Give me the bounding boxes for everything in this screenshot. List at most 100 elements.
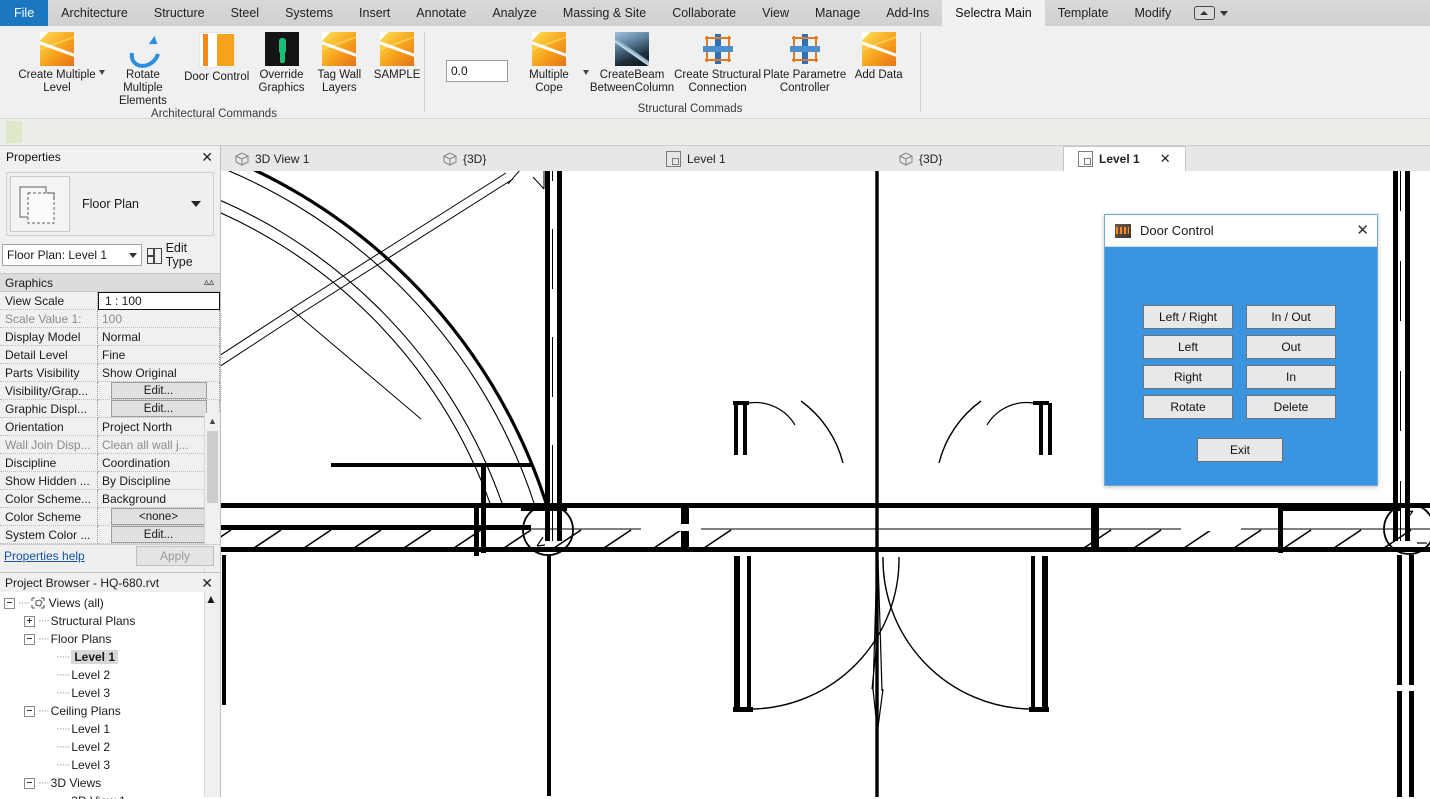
ribbon-button-door-control[interactable]: Door Control — [181, 32, 253, 84]
ribbon-button-add-data[interactable]: Add Data — [847, 32, 910, 82]
property-value[interactable]: Show Original — [98, 364, 220, 382]
project-browser-scrollbar[interactable]: ▲ — [204, 592, 220, 797]
door-control-button-rotate[interactable]: Rotate — [1143, 395, 1233, 419]
door-control-button-right[interactable]: Right — [1143, 365, 1233, 389]
property-value[interactable]: Project North — [98, 418, 220, 436]
tree-item[interactable]: ···· Ceiling Plans — [0, 702, 220, 720]
structural-value-input[interactable] — [446, 60, 508, 82]
property-value[interactable]: Coordination — [98, 454, 220, 472]
ribbon-tab-manage[interactable]: Manage — [802, 0, 873, 26]
tree-item[interactable]: ····· Level 3 — [0, 756, 220, 774]
property-value[interactable]: 1 : 100 — [98, 292, 220, 310]
tree-item[interactable]: ····· Level 1 — [0, 648, 220, 666]
ribbon-tab-insert[interactable]: Insert — [346, 0, 403, 26]
scroll-up-icon[interactable]: ▲ — [205, 413, 220, 428]
close-icon[interactable]: ✕ — [201, 576, 213, 590]
property-value[interactable]: Fine — [98, 346, 220, 364]
tree-item[interactable]: ···· 3D Views — [0, 774, 220, 792]
door-control-button-in[interactable]: In — [1246, 365, 1336, 389]
ribbon-tab-modify[interactable]: Modify — [1121, 0, 1184, 26]
chevron-down-icon[interactable] — [1220, 10, 1229, 16]
tree-item[interactable]: ···· Structural Plans — [0, 612, 220, 630]
property-value[interactable]: By Discipline — [98, 472, 220, 490]
apply-button[interactable]: Apply — [136, 546, 214, 566]
property-value[interactable]: Edit... — [98, 526, 220, 544]
ribbon-button-plate-parametre-controller[interactable]: Plate Parametre Controller — [762, 32, 847, 95]
scroll-up-icon[interactable]: ▲ — [205, 592, 220, 606]
view-tab-3d[interactable]: {3D} — [885, 146, 1063, 171]
tree-item[interactable]: ····· Level 3 — [0, 684, 220, 702]
collapse-icon[interactable] — [4, 597, 15, 609]
door-control-button-left[interactable]: Left — [1143, 335, 1233, 359]
file-menu-button[interactable]: File — [0, 0, 49, 26]
ribbon-display-options[interactable] — [1184, 0, 1238, 26]
ribbon-button-create-beam-between-column[interactable]: CreateBeam BetweenColumn — [590, 32, 674, 95]
view-tab-level-1[interactable]: Level 1 ✕ — [1063, 146, 1186, 172]
chevron-down-icon[interactable] — [583, 70, 589, 75]
chevron-down-icon[interactable] — [191, 201, 201, 207]
properties-type-preview[interactable]: Floor Plan — [6, 172, 214, 236]
ribbon-tab-template[interactable]: Template — [1045, 0, 1122, 26]
tree-item[interactable]: ···· Floor Plans — [0, 630, 220, 648]
property-edit-button[interactable]: Edit... — [110, 526, 207, 543]
properties-help-link[interactable]: Properties help — [0, 549, 85, 563]
ribbon-tab-systems[interactable]: Systems — [272, 0, 346, 26]
view-tab-3d[interactable]: {3D} — [429, 146, 652, 171]
ribbon-tab-annotate[interactable]: Annotate — [403, 0, 479, 26]
door-control-button-exit[interactable]: Exit — [1197, 438, 1283, 462]
view-tab-3d-view-1[interactable]: 3D View 1 — [221, 146, 429, 171]
collapse-icon[interactable]: ▵▵ — [204, 277, 214, 288]
ribbon-tab-analyze[interactable]: Analyze — [479, 0, 549, 26]
door-control-button-in-out[interactable]: In / Out — [1246, 305, 1336, 329]
tree-item[interactable]: ·····3D View 1 — [0, 792, 220, 799]
property-value[interactable]: Normal — [98, 328, 220, 346]
ribbon-button-create-structural-connection[interactable]: Create Structural Connection — [673, 32, 762, 95]
properties-group-header[interactable]: Graphics ▵▵ — [0, 273, 220, 292]
properties-type-selector[interactable]: Floor Plan: Level 1 — [2, 244, 142, 266]
close-icon[interactable]: ✕ — [1356, 223, 1369, 238]
tree-item[interactable]: ····· Level 1 — [0, 720, 220, 738]
ribbon-tab-massing-site[interactable]: Massing & Site — [550, 0, 659, 26]
expand-icon[interactable] — [24, 615, 35, 627]
tree-item[interactable]: ···· Views (all) — [0, 594, 220, 612]
edit-type-button[interactable]: Edit Type — [147, 241, 216, 269]
ribbon-tab-structure[interactable]: Structure — [141, 0, 218, 26]
collapse-icon[interactable] — [24, 705, 35, 717]
collapse-icon[interactable] — [24, 777, 35, 789]
tree-item[interactable]: ····· Level 2 — [0, 738, 220, 756]
ribbon-tab-selectra-main[interactable]: Selectra Main — [942, 0, 1045, 26]
ribbon-tab-add-ins[interactable]: Add-Ins — [873, 0, 942, 26]
close-icon[interactable]: ✕ — [201, 150, 213, 164]
property-value[interactable]: 100 — [98, 310, 220, 328]
scrollbar-thumb[interactable] — [207, 431, 218, 503]
property-value[interactable]: Background — [98, 490, 220, 508]
chevron-down-icon[interactable] — [99, 70, 105, 75]
dialog-title-bar[interactable]: Door Control ✕ — [1105, 215, 1377, 247]
property-value[interactable]: Edit... — [98, 382, 220, 400]
scrollbar-thumb[interactable] — [205, 606, 220, 726]
panel-toggle-icon[interactable] — [1194, 6, 1216, 20]
ribbon-tab-steel[interactable]: Steel — [218, 0, 273, 26]
property-edit-button[interactable]: Edit... — [110, 382, 207, 399]
door-control-button-left-right[interactable]: Left / Right — [1143, 305, 1233, 329]
ribbon-button-rotate-multiple-elements[interactable]: Rotate Multiple Elements — [107, 32, 179, 108]
ribbon-tab-architecture[interactable]: Architecture — [48, 0, 141, 26]
ribbon-button-sample[interactable]: SAMPLE — [368, 32, 426, 82]
tree-item[interactable]: ····· Level 2 — [0, 666, 220, 684]
ribbon-button-override-graphics[interactable]: Override Graphics — [253, 32, 311, 95]
property-value[interactable]: <none> — [98, 508, 220, 526]
property-edit-button[interactable]: Edit... — [110, 400, 207, 417]
close-icon[interactable]: ✕ — [1160, 151, 1171, 167]
property-value[interactable]: Edit... — [98, 400, 220, 418]
collapse-icon[interactable] — [24, 633, 35, 645]
view-tab-level-1[interactable]: Level 1 — [652, 146, 885, 171]
property-value[interactable]: Clean all wall j... — [98, 436, 220, 454]
ribbon-tab-collaborate[interactable]: Collaborate — [659, 0, 749, 26]
ribbon-tab-view[interactable]: View — [749, 0, 802, 26]
property-edit-button[interactable]: <none> — [110, 508, 207, 525]
door-control-button-out[interactable]: Out — [1246, 335, 1336, 359]
ribbon-button-tag-wall-layers[interactable]: Tag Wall Layers — [310, 32, 368, 95]
ribbon-button-create-multiple-level[interactable]: Create Multiple Level — [16, 32, 105, 95]
ribbon-button-multiple-cope[interactable]: Multiple Cope — [516, 32, 589, 95]
door-control-button-delete[interactable]: Delete — [1246, 395, 1336, 419]
